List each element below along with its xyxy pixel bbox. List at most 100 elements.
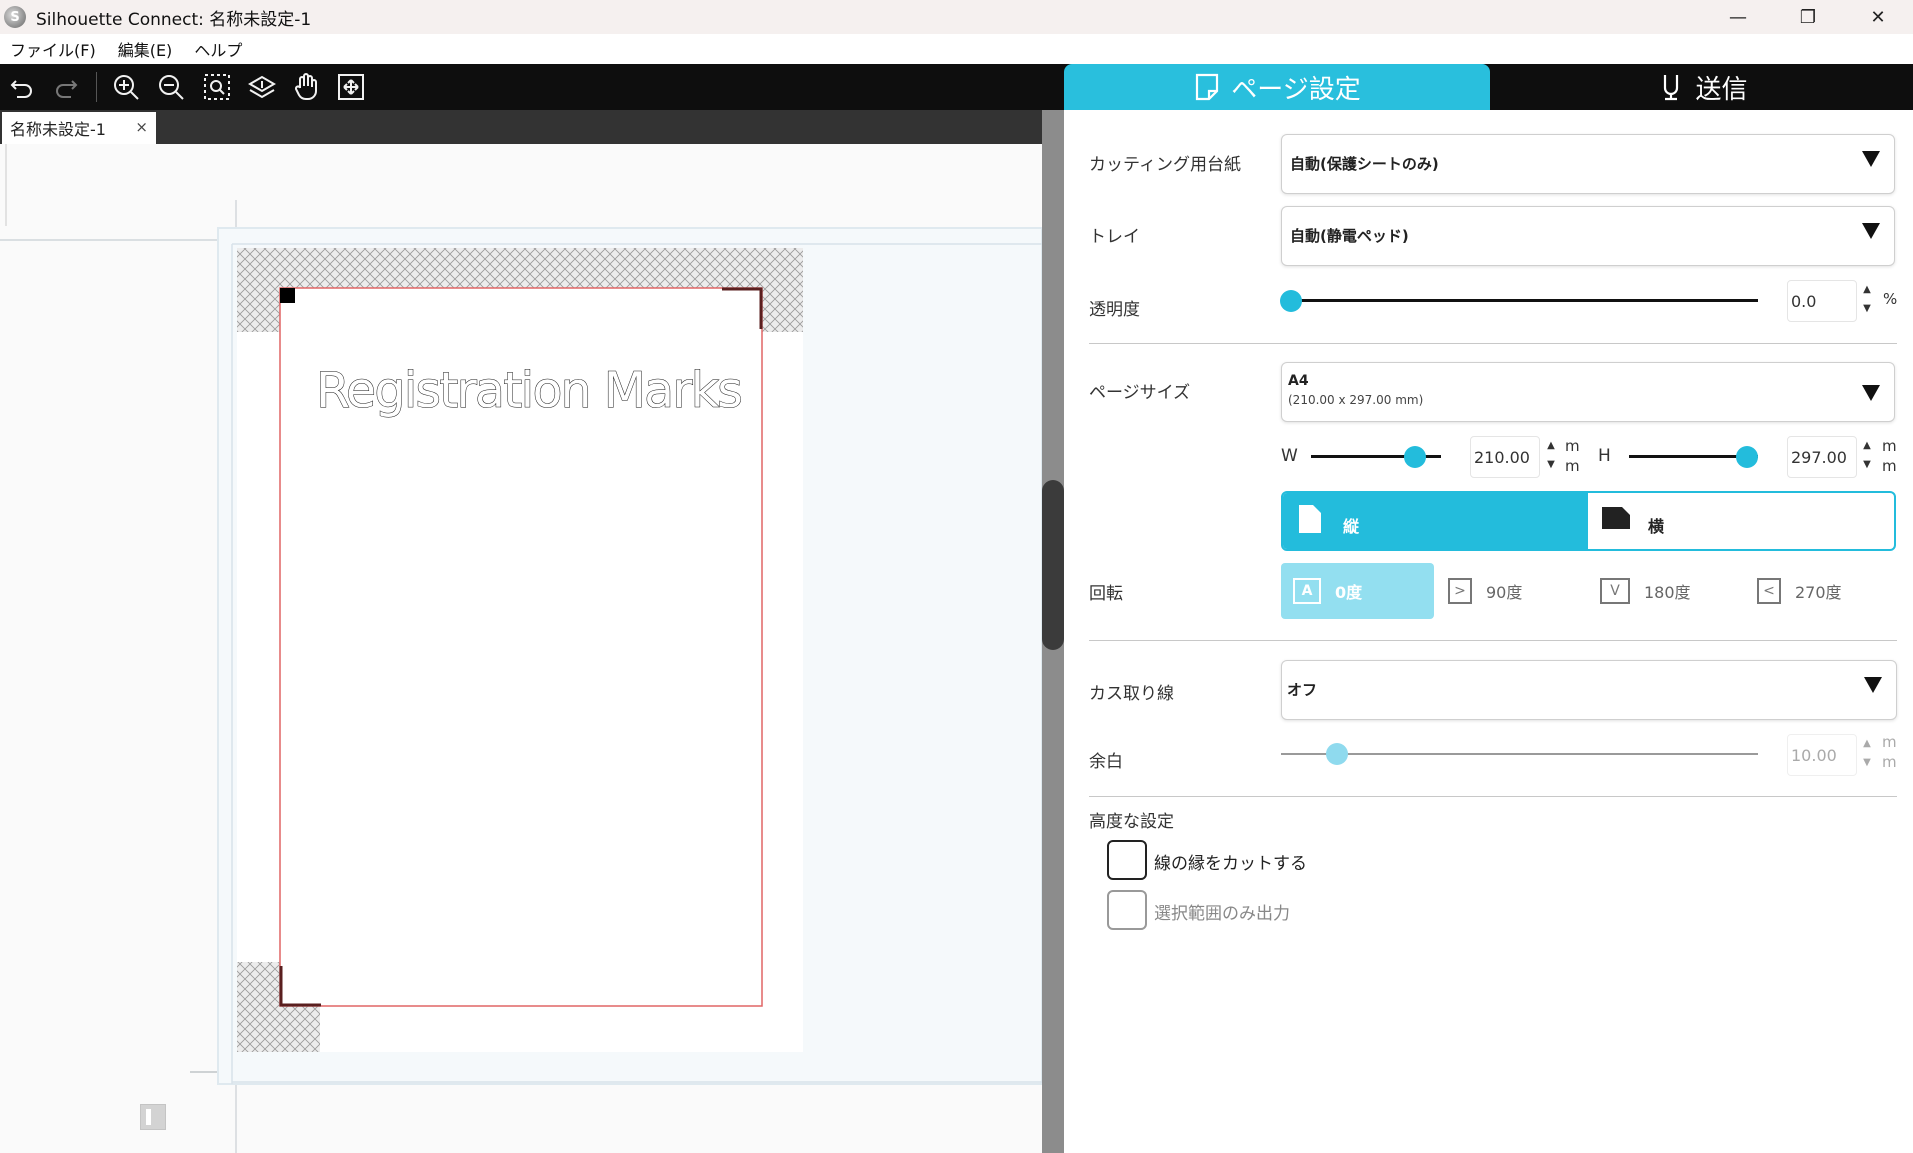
orientation-toggle: 縦 横 — [1281, 491, 1896, 551]
transparency-down-icon[interactable]: ▼ — [1860, 302, 1874, 316]
page-settings-panel — [1064, 110, 1913, 1153]
landscape-page-icon — [1602, 507, 1630, 529]
portrait-button[interactable]: 縦 — [1283, 493, 1588, 549]
rotation-180-button[interactable]: V 180度 — [1600, 563, 1691, 619]
page-icon — [1196, 73, 1219, 101]
advanced-settings-heading: 高度な設定 — [1089, 812, 1174, 832]
pan-hand-icon[interactable] — [290, 71, 324, 103]
rotation-label: 回転 — [1089, 584, 1123, 604]
tray-value: 自動(静電ペッド) — [1290, 227, 1409, 245]
margin-input[interactable]: 10.00 — [1787, 734, 1857, 776]
undo-icon[interactable] — [5, 71, 39, 103]
rotation-90-button[interactable]: > 90度 — [1448, 563, 1522, 619]
width-slider-thumb[interactable] — [1404, 446, 1426, 468]
document-tab[interactable]: 名称未設定-1 × — [2, 112, 156, 144]
window-controls: — ❐ ✕ — [1703, 0, 1913, 34]
margin-down-icon[interactable]: ▼ — [1860, 756, 1874, 770]
width-down-icon[interactable]: ▼ — [1544, 458, 1558, 472]
page-size-dropdown[interactable]: A4 (210.00 x 297.00 mm) — [1281, 362, 1895, 422]
scrollbar-thumb[interactable] — [1042, 480, 1064, 650]
maximize-button[interactable]: ❐ — [1773, 0, 1843, 34]
fit-to-page-icon[interactable] — [334, 71, 368, 103]
close-window-button[interactable]: ✕ — [1843, 0, 1913, 34]
margin-unit-top: m — [1882, 733, 1897, 751]
height-input[interactable]: 297.00 — [1787, 436, 1857, 478]
trim-line-value: オフ — [1287, 681, 1318, 699]
height-label: H — [1598, 446, 1611, 466]
tray-label: トレイ — [1089, 227, 1140, 247]
rotation-270-label: 270度 — [1795, 583, 1842, 602]
height-slider-thumb[interactable] — [1736, 446, 1758, 468]
close-tab-icon[interactable]: × — [135, 118, 148, 136]
document-tab-strip: 名称未設定-1 × — [0, 110, 1042, 144]
rotation-90-label: 90度 — [1486, 583, 1523, 602]
width-unit-top: m — [1565, 437, 1580, 455]
rotate-0-icon: A — [1293, 578, 1321, 604]
margin-unit-bottom: m — [1882, 753, 1897, 771]
page-size-label: ページサイズ — [1089, 383, 1191, 403]
rotation-270-button[interactable]: < 270度 — [1757, 563, 1842, 619]
portrait-label: 縦 — [1343, 517, 1360, 536]
zoom-selection-icon[interactable] — [200, 71, 234, 103]
tab-page-setup[interactable]: ページ設定 — [1064, 64, 1490, 110]
rotate-90-icon: > — [1448, 578, 1472, 604]
tray-dropdown[interactable]: 自動(静電ペッド) — [1281, 206, 1895, 266]
registration-marks-text[interactable]: Registration Marks — [315, 362, 743, 420]
margin-up-icon[interactable]: ▲ — [1860, 737, 1874, 751]
margin-label: 余白 — [1089, 752, 1123, 772]
height-unit-bottom: m — [1882, 457, 1897, 475]
chevron-down-icon — [1862, 385, 1880, 401]
design-canvas[interactable]: Registration Marks — [0, 144, 1042, 1153]
rotation-0-button[interactable]: A 0度 — [1281, 563, 1434, 619]
cutting-mat-dropdown[interactable]: 自動(保護シートのみ) — [1281, 134, 1895, 194]
trim-line-dropdown[interactable]: オフ — [1281, 660, 1897, 720]
width-up-icon[interactable]: ▲ — [1544, 439, 1558, 453]
window-title: Silhouette Connect: 名称未設定-1 — [36, 9, 312, 30]
height-up-icon[interactable]: ▲ — [1860, 439, 1874, 453]
height-unit-top: m — [1882, 437, 1897, 455]
zoom-in-icon[interactable] — [109, 71, 143, 103]
minimize-button[interactable]: — — [1703, 0, 1773, 34]
cut-line-edges-label: 線の縁をカットする — [1154, 854, 1307, 874]
landscape-button[interactable]: 横 — [1588, 493, 1894, 549]
document-tab-label: 名称未設定-1 — [10, 120, 106, 139]
app-logo-icon: S — [4, 6, 26, 28]
rotate-180-icon: V — [1600, 578, 1630, 604]
width-label: W — [1281, 446, 1298, 466]
menu-help[interactable]: ヘルプ — [194, 37, 242, 61]
tab-send-label: 送信 — [1695, 74, 1748, 105]
margin-slider[interactable] — [1281, 753, 1758, 755]
width-input[interactable]: 210.00 — [1470, 436, 1540, 478]
transparency-label: 透明度 — [1089, 300, 1140, 320]
portrait-page-icon — [1299, 505, 1321, 533]
chevron-down-icon — [1862, 223, 1880, 239]
selection-only-label: 選択範囲のみ出力 — [1154, 904, 1290, 924]
transparency-up-icon[interactable]: ▲ — [1860, 283, 1874, 297]
transparency-slider-thumb[interactable] — [1280, 290, 1302, 312]
transparency-input[interactable]: 0.0 — [1787, 280, 1857, 322]
landscape-label: 横 — [1648, 517, 1665, 536]
chevron-down-icon — [1864, 677, 1882, 693]
redo-icon[interactable] — [49, 71, 83, 103]
toolbar-separator — [96, 72, 97, 102]
cutting-mat-label: カッティング用台紙 — [1089, 155, 1241, 175]
rotate-270-icon: < — [1757, 578, 1781, 604]
rotation-180-label: 180度 — [1644, 583, 1691, 602]
zoom-out-icon[interactable] — [154, 71, 188, 103]
section-divider — [1089, 796, 1897, 797]
height-down-icon[interactable]: ▼ — [1860, 458, 1874, 472]
canvas-drawing — [0, 144, 1042, 1153]
menu-edit[interactable]: 編集(E) — [118, 37, 173, 61]
transparency-slider[interactable] — [1291, 299, 1758, 302]
title-bar: S Silhouette Connect: 名称未設定-1 — ❐ ✕ — [0, 0, 1913, 34]
width-unit-bottom: m — [1565, 457, 1580, 475]
send-blade-icon — [1664, 75, 1679, 101]
fit-to-mat-icon[interactable] — [245, 71, 279, 103]
panel-toggle-icon[interactable] — [140, 1104, 166, 1130]
section-divider — [1089, 343, 1897, 344]
selection-only-checkbox[interactable] — [1107, 890, 1147, 930]
margin-slider-thumb[interactable] — [1326, 743, 1348, 765]
menu-file[interactable]: ファイル(F) — [10, 37, 96, 61]
cut-line-edges-checkbox[interactable] — [1107, 840, 1147, 880]
tab-send[interactable]: 送信 — [1492, 64, 1913, 110]
